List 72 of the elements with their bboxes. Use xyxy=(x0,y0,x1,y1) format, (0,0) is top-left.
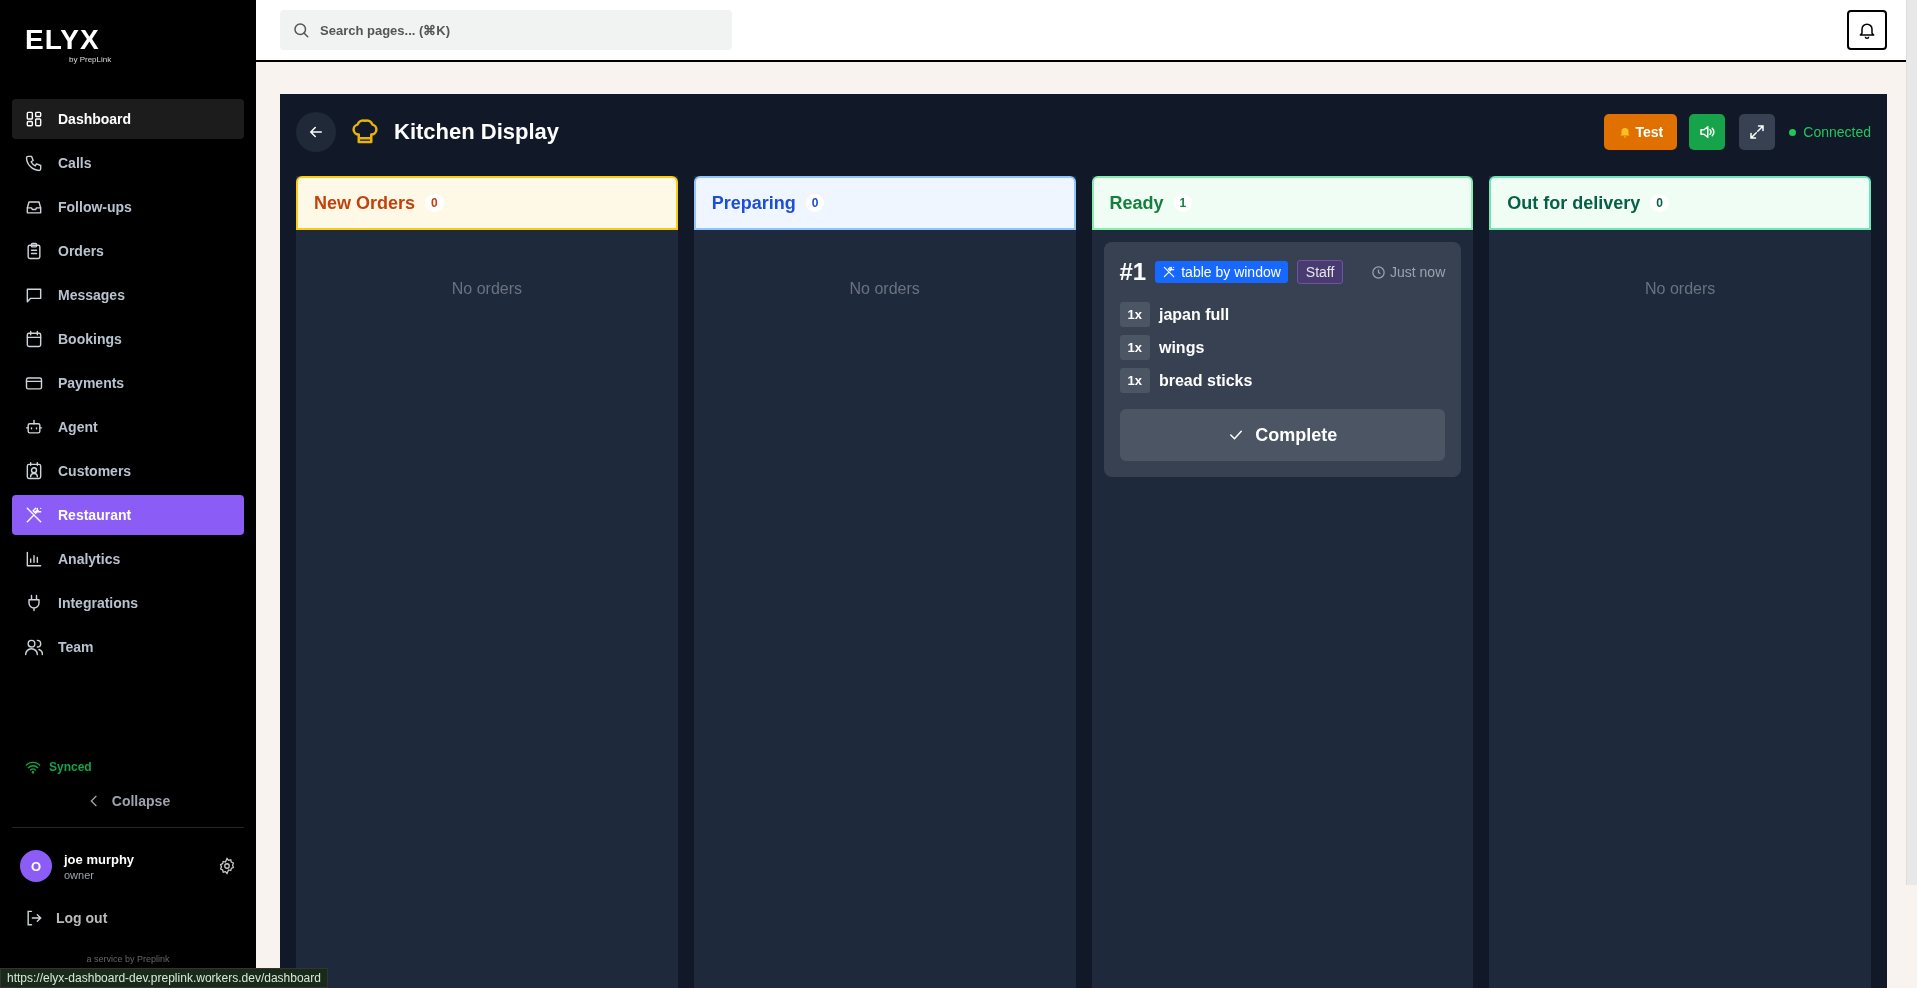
column-title: Out for delivery xyxy=(1507,192,1641,214)
quantity-badge: 1x xyxy=(1119,368,1150,393)
chat-icon xyxy=(24,285,44,305)
order-number: #1 xyxy=(1119,258,1147,286)
page-title: Kitchen Display xyxy=(394,119,560,145)
source-tag: Staff xyxy=(1296,260,1344,284)
count-badge: 0 xyxy=(805,194,825,212)
user-name: joe murphy xyxy=(64,851,136,867)
empty-message: No orders xyxy=(450,280,523,298)
logout-button[interactable]: Log out xyxy=(12,898,244,938)
nav-item[interactable]: Agent xyxy=(12,407,244,447)
utensils-icon xyxy=(1162,265,1177,279)
user-role: owner xyxy=(64,868,95,881)
bell-icon xyxy=(1617,125,1632,139)
nav-item[interactable]: Integrations xyxy=(12,583,244,623)
count-badge: 1 xyxy=(1173,194,1193,212)
search-field[interactable]: Search pages... (⌘K) xyxy=(280,10,732,50)
wifi-icon xyxy=(25,759,41,775)
back-button[interactable] xyxy=(296,112,336,152)
logo-wordmark: ELYX xyxy=(25,26,100,54)
clipboard-icon xyxy=(24,241,44,261)
sound-button[interactable] xyxy=(1689,114,1726,150)
grid-icon xyxy=(24,109,44,129)
avatar: O xyxy=(20,850,52,882)
calendar-icon xyxy=(24,329,44,349)
empty-message: No orders xyxy=(1644,280,1717,298)
item-name: wings xyxy=(1158,338,1205,357)
nav-item[interactable]: Dashboard xyxy=(12,99,244,139)
logout-icon xyxy=(24,908,44,928)
nav-item[interactable]: Messages xyxy=(12,275,244,315)
count-badge: 0 xyxy=(1650,194,1669,212)
nav-item[interactable]: Analytics xyxy=(12,539,244,579)
sync-status: Synced xyxy=(49,760,92,774)
count-badge: 0 xyxy=(425,194,444,212)
logo-subtitle: by PrepLink xyxy=(69,55,112,64)
utensils-icon xyxy=(24,505,44,525)
nav-item[interactable]: Calls xyxy=(12,143,244,183)
complete-button[interactable]: Complete xyxy=(1119,409,1446,461)
nav-item[interactable]: Payments xyxy=(12,363,244,403)
contact-icon xyxy=(24,461,44,481)
column-title: Preparing xyxy=(711,192,796,214)
table-tag: table by window xyxy=(1155,261,1288,283)
column-title: New Orders xyxy=(314,192,416,214)
nav-item[interactable]: Customers xyxy=(12,451,244,491)
nav-item[interactable]: Restaurant xyxy=(12,495,244,535)
nav-item[interactable]: Team xyxy=(12,627,244,667)
quantity-badge: 1x xyxy=(1119,335,1150,360)
expand-icon xyxy=(1748,123,1767,141)
column-title: Ready xyxy=(1109,192,1164,214)
connection-status: Connected xyxy=(1789,124,1871,140)
nav-item[interactable]: Bookings xyxy=(12,319,244,359)
phone-icon xyxy=(24,153,44,173)
scrollbar[interactable] xyxy=(1906,0,1917,885)
users-icon xyxy=(24,637,44,657)
settings-icon[interactable] xyxy=(218,857,236,875)
notifications-button[interactable] xyxy=(1847,10,1887,50)
collapse-button[interactable]: Collapse xyxy=(12,781,244,821)
fullscreen-button[interactable] xyxy=(1739,114,1776,150)
nav-item[interactable]: Follow-ups xyxy=(12,187,244,227)
nav-item[interactable]: Orders xyxy=(12,231,244,271)
footer-text: a service by Preplink xyxy=(85,954,171,964)
item-name: japan full xyxy=(1158,305,1230,324)
order-time: Just now xyxy=(1371,264,1446,280)
chart-icon xyxy=(24,549,44,569)
clock-icon xyxy=(1371,264,1386,280)
quantity-badge: 1x xyxy=(1119,302,1150,327)
empty-message: No orders xyxy=(848,280,921,298)
bot-icon xyxy=(24,417,44,437)
status-url: https://elyx-dashboard-dev.preplink.workers.dev/dashboard xyxy=(0,968,328,988)
item-name: bread sticks xyxy=(1158,371,1253,390)
speaker-icon xyxy=(1698,123,1717,141)
search-icon xyxy=(292,21,310,39)
